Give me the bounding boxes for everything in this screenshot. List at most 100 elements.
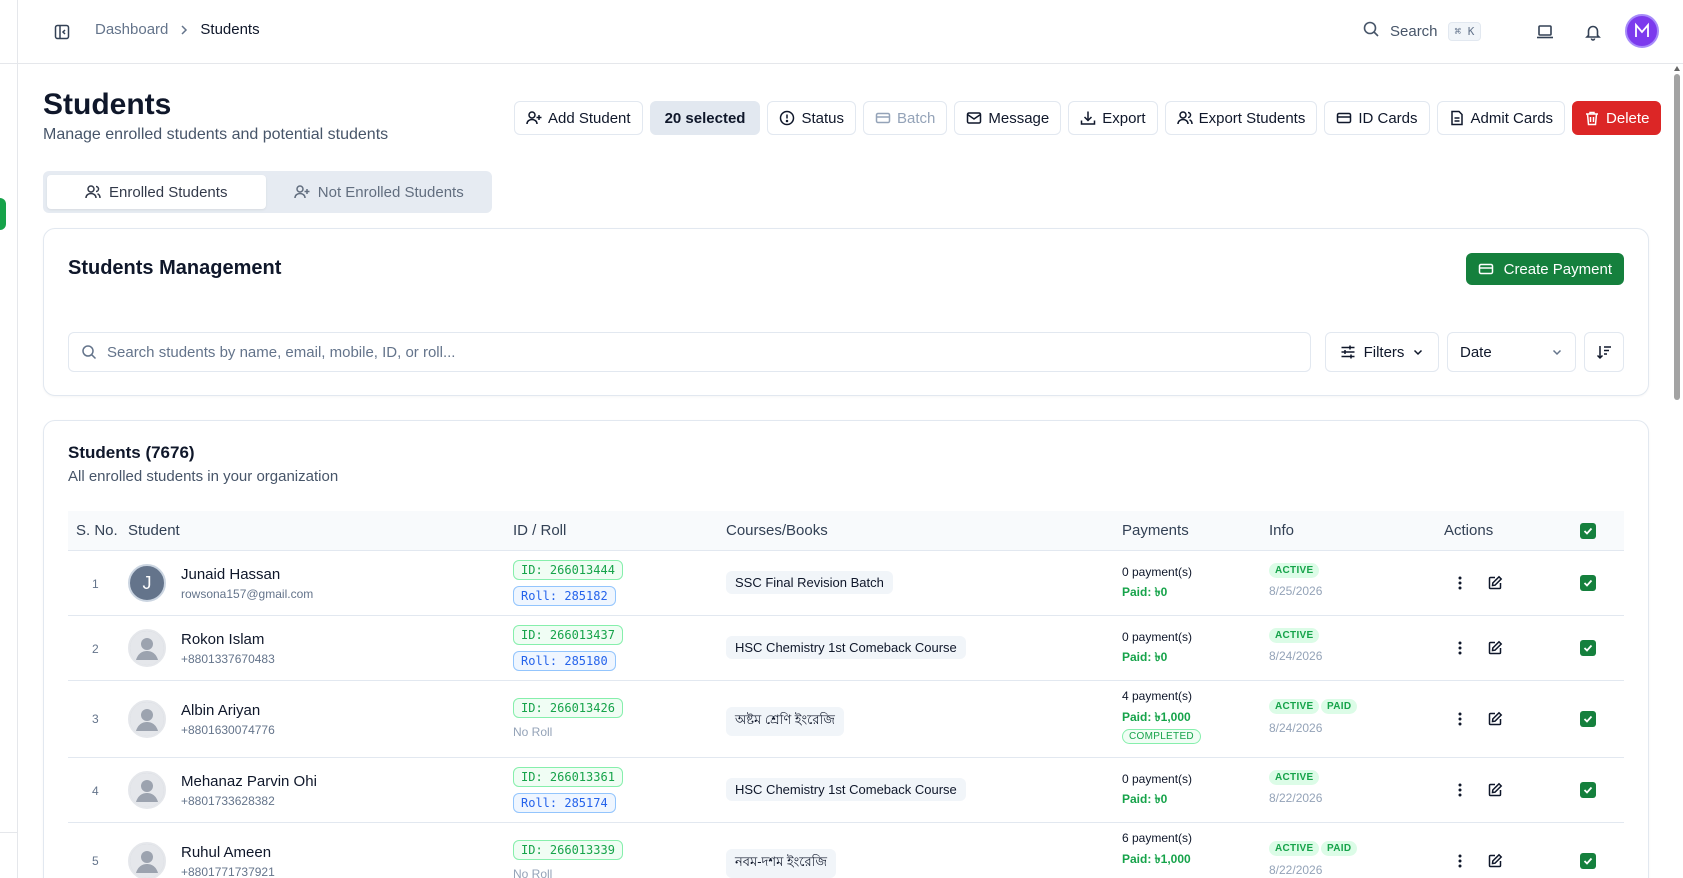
student-contact: +8801337670483: [181, 652, 275, 666]
column-header-payments: Payments: [1122, 522, 1189, 539]
status-badge: ACTIVE: [1269, 628, 1320, 643]
student-name[interactable]: Junaid Hassan: [181, 566, 280, 583]
delete-button[interactable]: Delete: [1572, 101, 1662, 135]
id-card-icon: [1337, 112, 1352, 124]
avatar: J: [128, 564, 166, 602]
table-row[interactable]: 5 Ruhul Ameen +8801771737921 ID: 2660133…: [68, 823, 1624, 878]
row-checkbox[interactable]: [1580, 640, 1596, 656]
row-checkbox[interactable]: [1580, 711, 1596, 727]
edit-icon[interactable]: [1485, 573, 1505, 593]
management-title: Students Management: [68, 257, 282, 279]
row-checkbox[interactable]: [1580, 853, 1596, 869]
user-avatar[interactable]: [1625, 14, 1659, 48]
export-students-button[interactable]: Export Students: [1164, 101, 1318, 135]
no-roll-text: No Roll: [513, 867, 553, 878]
student-name[interactable]: Albin Ariyan: [181, 702, 260, 719]
avatar: [128, 842, 166, 878]
payment-count: 0 payment(s): [1122, 630, 1193, 644]
selected-count-label: 20 selected: [664, 109, 746, 127]
status-badge: ACTIVE: [1269, 841, 1320, 856]
edit-icon[interactable]: [1485, 851, 1505, 871]
message-button[interactable]: Message: [954, 101, 1062, 135]
row-checkbox[interactable]: [1580, 575, 1596, 591]
row-sno: 2: [92, 642, 99, 656]
status-button[interactable]: Status: [767, 101, 856, 135]
more-vertical-icon[interactable]: [1450, 851, 1470, 871]
student-search-input[interactable]: Search students by name, email, mobile, …: [68, 332, 1311, 372]
add-student-label: Add Student: [548, 109, 631, 127]
create-payment-button[interactable]: Create Payment: [1465, 253, 1624, 285]
more-vertical-icon[interactable]: [1450, 780, 1470, 800]
payment-count: 6 payment(s): [1122, 831, 1193, 845]
alert-circle-icon: [780, 110, 795, 126]
more-vertical-icon[interactable]: [1450, 638, 1470, 658]
student-name[interactable]: Rokon Islam: [181, 631, 264, 648]
sort-order-button[interactable]: [1584, 332, 1624, 372]
table-row[interactable]: 2 Rokon Islam +8801337670483 ID: 2660134…: [68, 616, 1624, 681]
student-name[interactable]: Mehanaz Parvin Ohi: [181, 773, 317, 790]
column-header-id-roll: ID / Roll: [513, 522, 567, 539]
edit-icon[interactable]: [1485, 709, 1505, 729]
student-name[interactable]: Ruhul Ameen: [181, 844, 271, 861]
paid-amount: Paid: ৳0: [1122, 585, 1168, 599]
date-sort-select[interactable]: Date: [1447, 332, 1576, 372]
enroll-date: 8/24/2026: [1269, 721, 1323, 735]
students-list-subtitle: All enrolled students in your organizati…: [68, 468, 339, 485]
sidebar-active-indicator[interactable]: [0, 198, 6, 230]
select-all-checkbox[interactable]: [1580, 523, 1596, 539]
sort-descending-icon: [1596, 346, 1611, 360]
chevron-right-icon: [178, 24, 190, 36]
paid-badge: PAID: [1321, 699, 1358, 714]
admit-cards-button[interactable]: Admit Cards: [1436, 101, 1566, 135]
user-plus-icon: [526, 111, 542, 125]
download-icon: [1080, 111, 1096, 125]
card-icon: [875, 112, 891, 124]
laptop-icon[interactable]: [1533, 20, 1557, 44]
bell-icon[interactable]: [1581, 20, 1605, 44]
user-plus-icon: [294, 185, 310, 199]
status-badge: ACTIVE: [1269, 770, 1320, 785]
date-select-value: Date: [1460, 343, 1492, 361]
credit-card-icon: [1478, 263, 1493, 275]
course-badge: নবম-দশম ইংরেজি: [726, 849, 836, 878]
course-badge: অষ্টম শ্রেণি ইংরেজি: [726, 707, 844, 736]
table-row[interactable]: 3 Albin Ariyan +8801630074776 ID: 266013…: [68, 681, 1624, 758]
avatar: [128, 700, 166, 738]
filters-label: Filters: [1363, 343, 1405, 361]
course-badge: SSC Final Revision Batch: [726, 571, 893, 594]
table-row[interactable]: 4 Mehanaz Parvin Ohi +8801733628382 ID: …: [68, 758, 1624, 823]
global-search-button[interactable]: Search ⌘ K: [1362, 20, 1482, 42]
edit-icon[interactable]: [1485, 638, 1505, 658]
add-student-button[interactable]: Add Student: [514, 101, 643, 135]
sidebar-toggle-icon[interactable]: [50, 20, 74, 44]
filters-button[interactable]: Filters: [1325, 332, 1439, 372]
page-scrollbar[interactable]: [1672, 64, 1683, 878]
export-button[interactable]: Export: [1068, 101, 1158, 135]
row-sno: 5: [92, 854, 99, 868]
breadcrumb-dashboard[interactable]: Dashboard: [95, 21, 168, 38]
message-label: Message: [988, 109, 1050, 127]
student-contact: +8801630074776: [181, 723, 275, 737]
student-tabs: Enrolled Students Not Enrolled Students: [43, 171, 492, 213]
table-row[interactable]: 1 J Junaid Hassan rowsona157@gmail.com I…: [68, 551, 1624, 616]
id-cards-button[interactable]: ID Cards: [1324, 101, 1430, 135]
tab-not-enrolled-students[interactable]: Not Enrolled Students: [270, 175, 489, 209]
tab-enrolled-students[interactable]: Enrolled Students: [47, 175, 266, 209]
more-vertical-icon[interactable]: [1450, 573, 1470, 593]
row-checkbox[interactable]: [1580, 782, 1596, 798]
export-label: Export: [1102, 109, 1146, 127]
paid-amount: Paid: ৳0: [1122, 650, 1168, 664]
students-count-title: Students (7676): [68, 443, 195, 462]
status-label: Status: [801, 109, 844, 127]
create-payment-label: Create Payment: [1503, 260, 1612, 278]
more-vertical-icon[interactable]: [1450, 709, 1470, 729]
paid-amount: Paid: ৳1,000: [1122, 852, 1191, 866]
chevron-down-icon: [1414, 349, 1423, 356]
batch-button[interactable]: Batch: [863, 101, 948, 135]
default-user-icon: [130, 844, 164, 878]
edit-icon[interactable]: [1485, 780, 1505, 800]
page-subtitle: Manage enrolled students and potential s…: [43, 126, 389, 143]
student-id-badge: ID: 266013437: [513, 625, 623, 645]
status-badge: ACTIVE: [1269, 699, 1320, 714]
students-table: S. No. Student ID / Roll Courses/Books P…: [68, 511, 1624, 878]
